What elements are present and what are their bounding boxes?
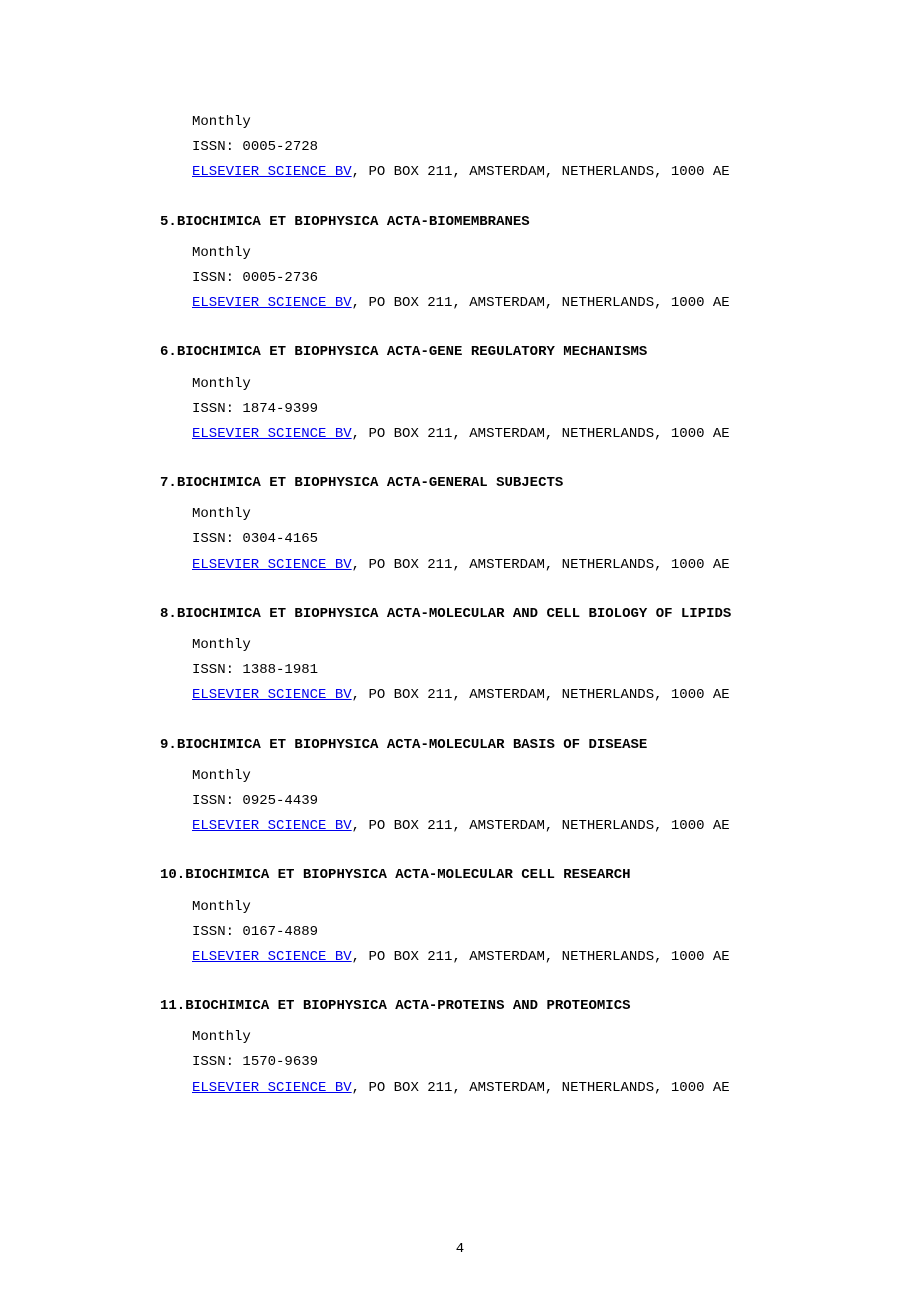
publisher-link[interactable]: ELSEVIER SCIENCE BV: [192, 295, 352, 311]
journal-entry: 9.BIOCHIMICA ET BIOPHYSICA ACTA-MOLECULA…: [160, 733, 770, 840]
publication-frequency: Monthly: [192, 110, 770, 135]
journal-entry: 11.BIOCHIMICA ET BIOPHYSICA ACTA-PROTEIN…: [160, 994, 770, 1101]
journal-details: MonthlyISSN: 0005-2728ELSEVIER SCIENCE B…: [160, 110, 770, 186]
journal-title-line: 6.BIOCHIMICA ET BIOPHYSICA ACTA-GENE REG…: [160, 340, 770, 365]
issn-label: ISSN:: [192, 139, 234, 155]
publisher-link[interactable]: ELSEVIER SCIENCE BV: [192, 164, 352, 180]
publisher-line: ELSEVIER SCIENCE BV, PO BOX 211, AMSTERD…: [192, 291, 770, 316]
issn-value: 1874-9399: [242, 401, 318, 417]
issn-value: 1570-9639: [242, 1054, 318, 1070]
journal-details: MonthlyISSN: 1874-9399ELSEVIER SCIENCE B…: [160, 372, 770, 448]
journal-title: BIOCHIMICA ET BIOPHYSICA ACTA-MOLECULAR …: [177, 737, 647, 753]
publisher-link[interactable]: ELSEVIER SCIENCE BV: [192, 949, 352, 965]
journal-details: MonthlyISSN: 1570-9639ELSEVIER SCIENCE B…: [160, 1025, 770, 1101]
publisher-line: ELSEVIER SCIENCE BV, PO BOX 211, AMSTERD…: [192, 1076, 770, 1101]
entry-number: 9.: [160, 737, 177, 753]
issn-label: ISSN:: [192, 1054, 234, 1070]
issn-line: ISSN: 1874-9399: [192, 397, 770, 422]
publisher-address: , PO BOX 211, AMSTERDAM, NETHERLANDS, 10…: [352, 818, 730, 834]
publication-frequency: Monthly: [192, 241, 770, 266]
issn-value: 0005-2736: [242, 270, 318, 286]
publisher-link[interactable]: ELSEVIER SCIENCE BV: [192, 687, 352, 703]
page-container: MonthlyISSN: 0005-2728ELSEVIER SCIENCE B…: [0, 0, 920, 1302]
journal-title: BIOCHIMICA ET BIOPHYSICA ACTA-BIOMEMBRAN…: [177, 214, 530, 230]
publication-frequency: Monthly: [192, 764, 770, 789]
issn-line: ISSN: 0925-4439: [192, 789, 770, 814]
journal-title-line: 8.BIOCHIMICA ET BIOPHYSICA ACTA-MOLECULA…: [160, 602, 770, 627]
publication-frequency: Monthly: [192, 895, 770, 920]
issn-label: ISSN:: [192, 793, 234, 809]
issn-value: 0925-4439: [242, 793, 318, 809]
publisher-line: ELSEVIER SCIENCE BV, PO BOX 211, AMSTERD…: [192, 422, 770, 447]
journal-entry: 7.BIOCHIMICA ET BIOPHYSICA ACTA-GENERAL …: [160, 471, 770, 578]
entry-number: 6.: [160, 344, 177, 360]
journal-details: MonthlyISSN: 0925-4439ELSEVIER SCIENCE B…: [160, 764, 770, 840]
issn-line: ISSN: 0167-4889: [192, 920, 770, 945]
issn-value: 0005-2728: [242, 139, 318, 155]
page-number-value: 4: [456, 1241, 464, 1257]
entry-number: 7.: [160, 475, 177, 491]
publisher-line: ELSEVIER SCIENCE BV, PO BOX 211, AMSTERD…: [192, 683, 770, 708]
entry-number: 5.: [160, 214, 177, 230]
issn-line: ISSN: 1570-9639: [192, 1050, 770, 1075]
journal-details: MonthlyISSN: 0304-4165ELSEVIER SCIENCE B…: [160, 502, 770, 578]
journal-details: MonthlyISSN: 0005-2736ELSEVIER SCIENCE B…: [160, 241, 770, 317]
publisher-address: , PO BOX 211, AMSTERDAM, NETHERLANDS, 10…: [352, 1080, 730, 1096]
journal-title-line: 9.BIOCHIMICA ET BIOPHYSICA ACTA-MOLECULA…: [160, 733, 770, 758]
journal-title-line: 10.BIOCHIMICA ET BIOPHYSICA ACTA-MOLECUL…: [160, 863, 770, 888]
journal-details: MonthlyISSN: 0167-4889ELSEVIER SCIENCE B…: [160, 895, 770, 971]
entry-number: 11.: [160, 998, 185, 1014]
issn-label: ISSN:: [192, 924, 234, 940]
journal-entry: 10.BIOCHIMICA ET BIOPHYSICA ACTA-MOLECUL…: [160, 863, 770, 970]
entry-number: 8.: [160, 606, 177, 622]
publisher-address: , PO BOX 211, AMSTERDAM, NETHERLANDS, 10…: [352, 557, 730, 573]
journal-title: BIOCHIMICA ET BIOPHYSICA ACTA-MOLECULAR …: [185, 867, 630, 883]
publisher-address: , PO BOX 211, AMSTERDAM, NETHERLANDS, 10…: [352, 426, 730, 442]
issn-value: 0167-4889: [242, 924, 318, 940]
publisher-address: , PO BOX 211, AMSTERDAM, NETHERLANDS, 10…: [352, 687, 730, 703]
journal-entry: MonthlyISSN: 0005-2728ELSEVIER SCIENCE B…: [160, 110, 770, 186]
journal-entry: 6.BIOCHIMICA ET BIOPHYSICA ACTA-GENE REG…: [160, 340, 770, 447]
publisher-address: , PO BOX 211, AMSTERDAM, NETHERLANDS, 10…: [352, 164, 730, 180]
journal-title-line: 5.BIOCHIMICA ET BIOPHYSICA ACTA-BIOMEMBR…: [160, 210, 770, 235]
journal-title-line: 7.BIOCHIMICA ET BIOPHYSICA ACTA-GENERAL …: [160, 471, 770, 496]
publisher-link[interactable]: ELSEVIER SCIENCE BV: [192, 818, 352, 834]
publisher-link[interactable]: ELSEVIER SCIENCE BV: [192, 557, 352, 573]
journal-entry: 8.BIOCHIMICA ET BIOPHYSICA ACTA-MOLECULA…: [160, 602, 770, 709]
journal-title: BIOCHIMICA ET BIOPHYSICA ACTA-GENERAL SU…: [177, 475, 563, 491]
issn-line: ISSN: 0005-2728: [192, 135, 770, 160]
publisher-address: , PO BOX 211, AMSTERDAM, NETHERLANDS, 10…: [352, 295, 730, 311]
issn-line: ISSN: 0304-4165: [192, 527, 770, 552]
issn-label: ISSN:: [192, 531, 234, 547]
publisher-address: , PO BOX 211, AMSTERDAM, NETHERLANDS, 10…: [352, 949, 730, 965]
publication-frequency: Monthly: [192, 1025, 770, 1050]
publisher-link[interactable]: ELSEVIER SCIENCE BV: [192, 426, 352, 442]
issn-value: 0304-4165: [242, 531, 318, 547]
publication-frequency: Monthly: [192, 372, 770, 397]
issn-label: ISSN:: [192, 270, 234, 286]
publisher-line: ELSEVIER SCIENCE BV, PO BOX 211, AMSTERD…: [192, 160, 770, 185]
journal-title-line: 11.BIOCHIMICA ET BIOPHYSICA ACTA-PROTEIN…: [160, 994, 770, 1019]
publication-frequency: Monthly: [192, 502, 770, 527]
journal-entries-list: MonthlyISSN: 0005-2728ELSEVIER SCIENCE B…: [160, 110, 770, 1101]
publisher-line: ELSEVIER SCIENCE BV, PO BOX 211, AMSTERD…: [192, 553, 770, 578]
issn-line: ISSN: 1388-1981: [192, 658, 770, 683]
issn-label: ISSN:: [192, 401, 234, 417]
publisher-line: ELSEVIER SCIENCE BV, PO BOX 211, AMSTERD…: [192, 814, 770, 839]
journal-title: BIOCHIMICA ET BIOPHYSICA ACTA-GENE REGUL…: [177, 344, 647, 360]
publisher-link[interactable]: ELSEVIER SCIENCE BV: [192, 1080, 352, 1096]
publisher-line: ELSEVIER SCIENCE BV, PO BOX 211, AMSTERD…: [192, 945, 770, 970]
journal-title: BIOCHIMICA ET BIOPHYSICA ACTA-PROTEINS A…: [185, 998, 630, 1014]
issn-value: 1388-1981: [242, 662, 318, 678]
journal-details: MonthlyISSN: 1388-1981ELSEVIER SCIENCE B…: [160, 633, 770, 709]
journal-title: BIOCHIMICA ET BIOPHYSICA ACTA-MOLECULAR …: [177, 606, 732, 622]
page-number: 4: [0, 1237, 920, 1262]
issn-line: ISSN: 0005-2736: [192, 266, 770, 291]
journal-entry: 5.BIOCHIMICA ET BIOPHYSICA ACTA-BIOMEMBR…: [160, 210, 770, 317]
publication-frequency: Monthly: [192, 633, 770, 658]
issn-label: ISSN:: [192, 662, 234, 678]
entry-number: 10.: [160, 867, 185, 883]
